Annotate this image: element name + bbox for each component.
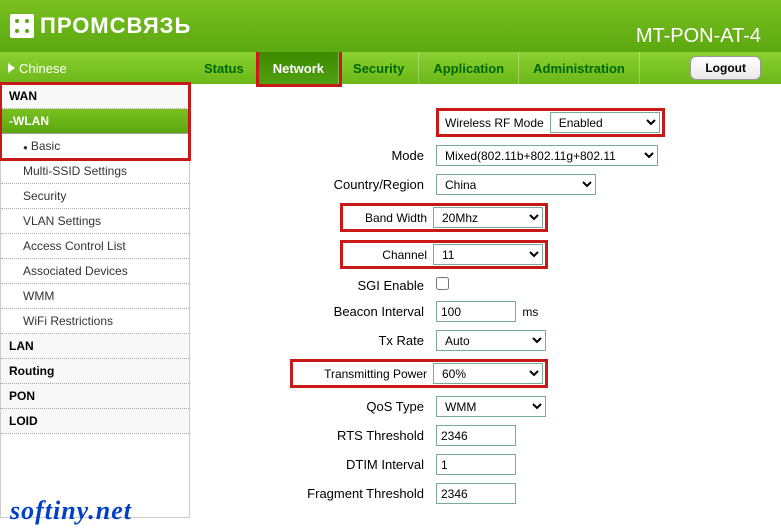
sgi-checkbox[interactable] <box>436 277 449 290</box>
model-number: MT-PON-AT-4 <box>636 25 761 48</box>
sidebar: WAN -WLAN Basic Multi-SSID Settings Secu… <box>0 84 190 518</box>
sidebar-item-loid[interactable]: LOID <box>1 409 189 434</box>
tab-application[interactable]: Application <box>419 52 519 84</box>
brand-name: ПРОМСВЯЗЬ <box>40 13 191 39</box>
main-tabs: Status Network Security Application Admi… <box>190 52 781 84</box>
mode-label: Mode <box>210 141 430 170</box>
country-select[interactable]: China <box>436 174 596 195</box>
arrow-right-icon <box>8 63 15 73</box>
txrate-select[interactable]: Auto <box>436 330 546 351</box>
bandwidth-label: Band Width <box>343 211 433 225</box>
language-switch[interactable]: Chinese <box>0 52 190 84</box>
dtim-label: DTIM Interval <box>210 450 430 479</box>
txrate-label: Tx Rate <box>210 326 430 355</box>
sidebar-item-vlan[interactable]: VLAN Settings <box>1 209 189 234</box>
main-area: WAN -WLAN Basic Multi-SSID Settings Secu… <box>0 84 781 518</box>
frag-label: Fragment Threshold <box>210 479 430 508</box>
sidebar-item-assoc-devices[interactable]: Associated Devices <box>1 259 189 284</box>
logout-area: Logout <box>690 52 781 84</box>
sidebar-item-pon[interactable]: PON <box>1 384 189 409</box>
sidebar-item-wlan[interactable]: -WLAN <box>1 109 189 134</box>
rf-mode-select[interactable]: Enabled <box>550 112 660 133</box>
sidebar-item-lan[interactable]: LAN <box>1 334 189 359</box>
tab-administration[interactable]: Administration <box>519 52 640 84</box>
sgi-label: SGI Enable <box>210 273 430 297</box>
sidebar-item-routing[interactable]: Routing <box>1 359 189 384</box>
highlight-tx-power: Transmitting Power 60% <box>290 359 548 388</box>
language-label: Chinese <box>19 61 67 76</box>
tab-security[interactable]: Security <box>339 52 419 84</box>
qos-label: QoS Type <box>210 392 430 421</box>
brand-logo-icon <box>10 14 34 38</box>
highlight-rf-mode: Wireless RF Mode Enabled <box>436 108 665 137</box>
txpower-select[interactable]: 60% <box>433 363 543 384</box>
bandwidth-select[interactable]: 20Mhz <box>433 207 543 228</box>
sidebar-item-wifi-restrictions[interactable]: WiFi Restrictions <box>1 309 189 334</box>
content-panel: Wireless RF Mode Enabled Mode Mixed(802.… <box>190 84 781 518</box>
txpower-label: Transmitting Power <box>293 367 433 381</box>
rf-mode-label: Wireless RF Mode <box>439 116 550 130</box>
beacon-label: Beacon Interval <box>210 297 430 326</box>
rts-input[interactable] <box>436 425 516 446</box>
highlight-bandwidth: Band Width 20Mhz <box>340 203 548 232</box>
sidebar-item-security[interactable]: Security <box>1 184 189 209</box>
beacon-input[interactable] <box>436 301 516 322</box>
highlight-channel: Channel 11 <box>340 240 548 269</box>
logout-button[interactable]: Logout <box>690 56 761 80</box>
beacon-unit: ms <box>522 305 538 319</box>
sidebar-item-multi-ssid[interactable]: Multi-SSID Settings <box>1 159 189 184</box>
header: ПРОМСВЯЗЬ MT-PON-AT-4 <box>0 0 781 52</box>
channel-select[interactable]: 11 <box>433 244 543 265</box>
rts-label: RTS Threshold <box>210 421 430 450</box>
sidebar-item-acl[interactable]: Access Control List <box>1 234 189 259</box>
settings-form: Wireless RF Mode Enabled Mode Mixed(802.… <box>210 104 761 508</box>
mode-select[interactable]: Mixed(802.11b+802.11g+802.11 <box>436 145 658 166</box>
frag-input[interactable] <box>436 483 516 504</box>
tab-network[interactable]: Network <box>259 52 339 84</box>
tab-status[interactable]: Status <box>190 52 259 84</box>
sidebar-item-basic[interactable]: Basic <box>1 134 189 159</box>
country-label: Country/Region <box>210 170 430 199</box>
sidebar-item-wan[interactable]: WAN <box>1 84 189 109</box>
top-nav: Chinese Status Network Security Applicat… <box>0 52 781 84</box>
watermark: softiny.net <box>10 496 132 526</box>
dtim-input[interactable] <box>436 454 516 475</box>
sidebar-item-wmm[interactable]: WMM <box>1 284 189 309</box>
channel-label: Channel <box>343 248 433 262</box>
qos-select[interactable]: WMM <box>436 396 546 417</box>
